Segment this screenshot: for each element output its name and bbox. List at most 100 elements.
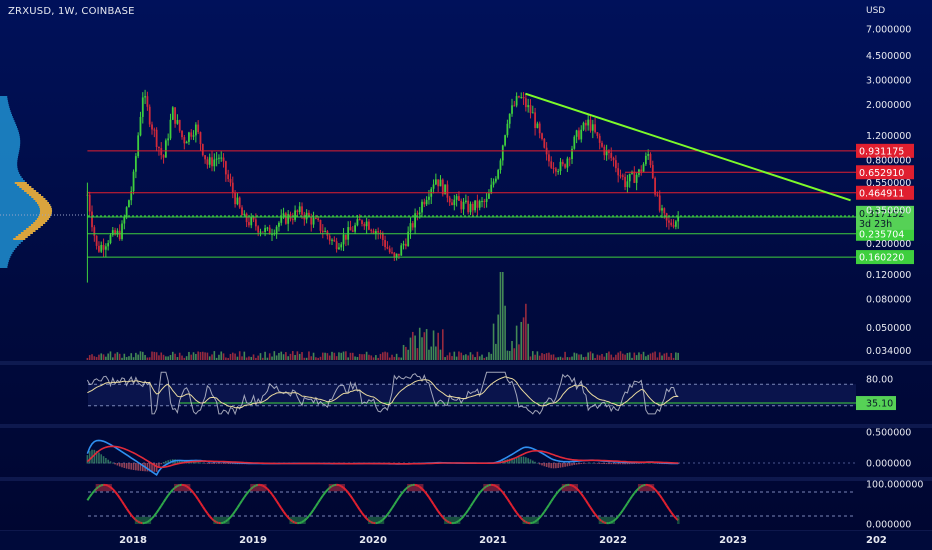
volume-profile-bar [0,154,19,156]
candle-body [167,138,170,141]
volume-profile-bar [0,114,13,116]
volume-bar [451,356,453,360]
volume-bar [379,353,382,360]
candle-body [402,243,405,246]
volume-bar [144,354,146,360]
volume-bar [388,357,391,360]
volume-bar [407,349,409,360]
volume-profile-highlight [26,192,39,194]
volume-bar [105,356,107,360]
time-tick-label: 2023 [719,535,747,546]
price-tick-label: 2.000000 [866,100,911,111]
candle-body [291,219,294,221]
volume-profile-bar [0,178,24,180]
volume-profile-highlight [16,184,29,186]
volume-bar [522,317,525,360]
macd-histogram-bar [645,462,647,464]
candle-body [227,174,230,180]
candle-body [363,223,366,227]
volume-bar [303,357,306,360]
candle-body [264,228,266,232]
price-chart[interactable]: 0.9311750.6529100.4649110.3112130.235704… [0,0,932,550]
candle-body [259,231,262,233]
stoch-oversold-zone [677,516,680,524]
volume-bar [321,352,324,360]
stochastic-line [278,504,283,509]
macd-histogram-bar [621,463,624,465]
stochastic-line [347,492,352,497]
volume-bar [234,353,236,360]
macd-histogram-bar [612,463,615,465]
volume-bar [555,357,557,360]
candle-body [564,164,566,168]
volume-bar [395,353,398,360]
volume-bar [608,351,610,360]
candle-body [148,106,151,125]
volume-bar [183,357,186,360]
candle-body [188,132,190,142]
volume-profile-highlight [39,212,52,214]
candle-body [612,157,615,161]
macd-histogram-bar [610,463,613,465]
volume-bar [499,272,502,360]
volume-bar [649,353,652,360]
macd-histogram-bar [529,459,532,464]
candle-body [554,168,557,172]
stochastic-line [615,515,619,520]
volume-profile-bar [0,96,8,98]
stochastic-line [201,506,206,511]
stochastic-line [317,498,322,504]
volume-bars [86,272,679,360]
candle-body [677,217,680,222]
volume-profile-bar [0,98,8,100]
volume-bar [645,356,647,360]
stochastic-line [670,511,675,517]
volume-profile-bar [0,102,9,104]
volume-bar [534,354,536,360]
stochastic-line [591,510,596,515]
volume-bar [481,354,483,360]
volume-bar [485,356,488,360]
stochastic-line [285,514,289,519]
volume-profile-highlight [20,232,33,234]
candle-body [102,244,105,250]
candle-body [411,223,414,228]
volume-bar [91,354,93,360]
candle-body [428,196,430,200]
candle-body [552,167,555,169]
macd-histogram-bar [123,463,126,468]
volume-bar [206,352,209,360]
volume-bar [354,356,356,360]
volume-bar [601,353,603,360]
stochastic-line [384,514,389,519]
price-tick-label: 0.200000 [866,239,911,250]
macd-histogram-bar [591,462,594,464]
candle-body [668,220,670,223]
candle-body [241,207,243,216]
macd-histogram-bar [545,463,548,467]
stochastic-line [192,492,197,497]
macd-histogram-bar [118,463,121,467]
volume-bar [497,314,499,360]
volume-bar [252,354,255,360]
macd-histogram-bar [543,463,546,467]
volume-bar [375,355,377,360]
candle-body [257,226,260,233]
volume-bar [437,332,439,360]
volume-bar [465,354,467,360]
candle-body [388,248,391,253]
volume-bar [114,353,116,360]
macd-histogram-bar [534,461,536,464]
candle-body [635,174,638,183]
candle-body [377,231,380,233]
volume-bar [638,352,640,360]
candle-body [642,164,645,172]
volume-bar [289,353,292,360]
stochastic-line [153,512,158,517]
candle-body [536,123,539,128]
macd-histogram-bar [552,463,555,469]
stochastic-line [388,507,393,513]
volume-profile-bar [0,128,18,130]
volume-bar [275,355,278,360]
stochastic-line [197,498,202,504]
